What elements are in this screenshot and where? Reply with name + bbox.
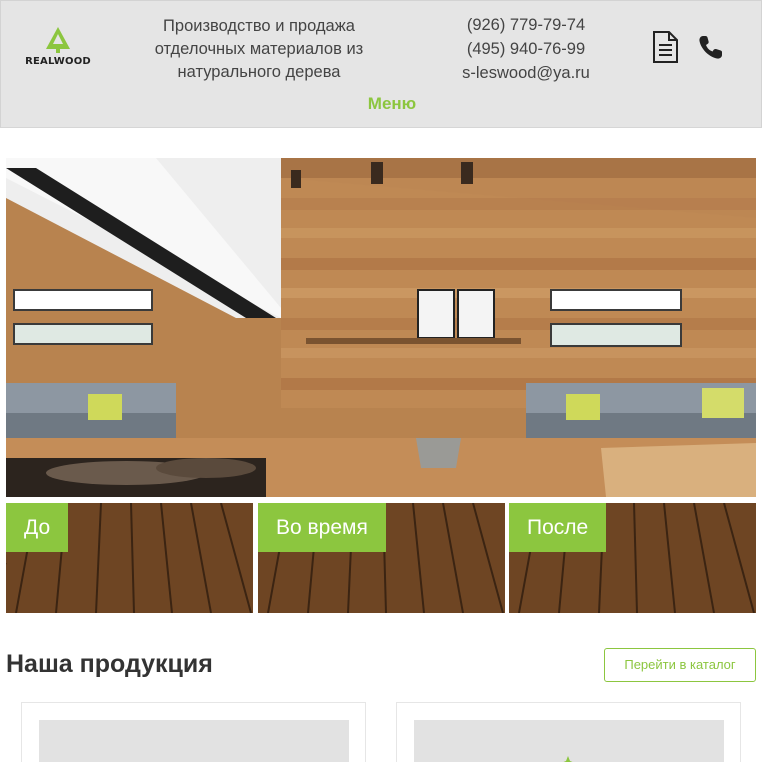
document-icon[interactable]: [651, 31, 679, 63]
product-image-placeholder: [414, 720, 724, 762]
phone-number-1[interactable]: (926) 779-79-74: [441, 13, 611, 37]
email-link[interactable]: s-leswood@ya.ru: [441, 61, 611, 85]
go-to-catalog-button[interactable]: Перейти в каталог: [604, 648, 756, 682]
site-tagline: Производство и продажа отделочных матери…: [154, 17, 364, 81]
stage-card-before[interactable]: До: [6, 503, 253, 613]
phone-number-2[interactable]: (495) 940-76-99: [441, 37, 611, 61]
product-image-placeholder: [39, 720, 349, 762]
stage-label-before: До: [6, 503, 69, 552]
tree-logo-icon: [46, 27, 70, 53]
product-card[interactable]: [21, 702, 366, 762]
product-card[interactable]: [396, 702, 741, 762]
loading-icon: [563, 756, 573, 762]
menu-toggle[interactable]: Меню: [1, 94, 762, 114]
products-heading: Наша продукция: [6, 650, 213, 678]
phone-icon[interactable]: [698, 34, 724, 60]
hero-image: [6, 158, 756, 497]
site-header: REALWOOD Производство и продажа отделочн…: [0, 0, 762, 128]
stage-label-after: После: [509, 503, 607, 552]
logo-text: REALWOOD: [25, 56, 91, 67]
contact-block: (926) 779-79-74 (495) 940-76-99 s-leswoo…: [441, 13, 611, 85]
stage-card-after[interactable]: После: [509, 503, 756, 613]
stage-label-during: Во время: [258, 503, 386, 552]
realwood-logo[interactable]: REALWOOD: [23, 27, 93, 69]
stage-card-during[interactable]: Во время: [258, 503, 505, 613]
